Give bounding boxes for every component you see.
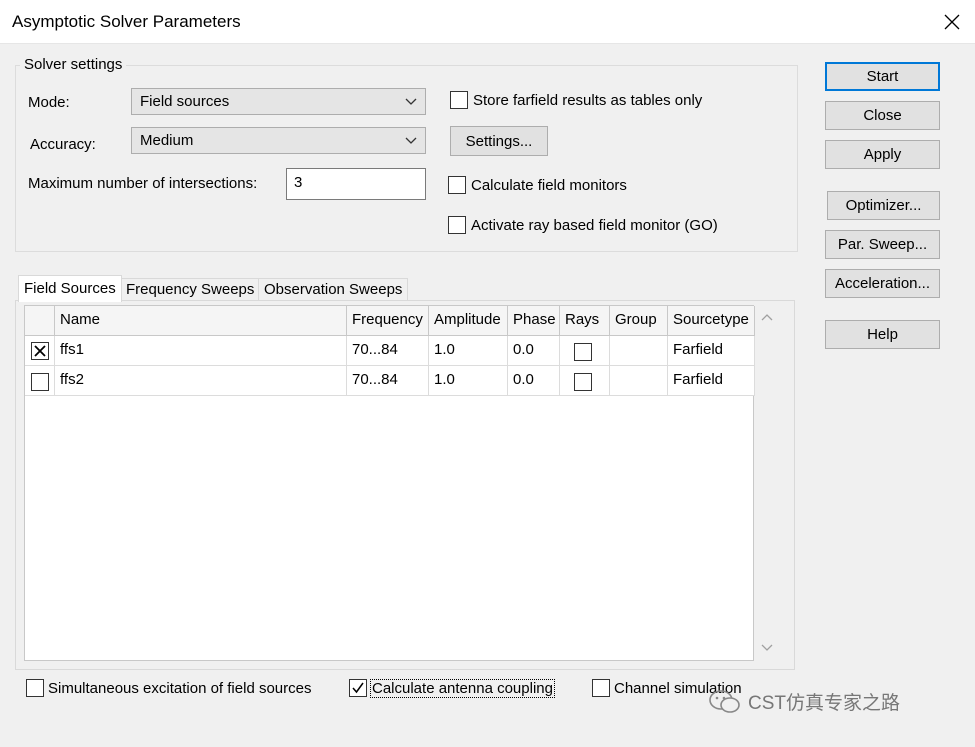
tab-frequency-sweeps[interactable]: Frequency Sweeps — [120, 278, 261, 301]
header-sourcetype[interactable]: Sourcetype — [668, 306, 755, 336]
close-button[interactable]: Close — [825, 101, 940, 130]
help-button[interactable]: Help — [825, 320, 940, 349]
close-window-button[interactable] — [929, 0, 975, 44]
max-intersections-label: Maximum number of intersections: — [28, 175, 258, 192]
header-phase[interactable]: Phase — [508, 306, 560, 336]
table-row-name[interactable]: ffs1 — [55, 336, 347, 366]
solver-settings-legend: Solver settings — [20, 56, 127, 73]
table-row-name[interactable]: ffs2 — [55, 366, 347, 396]
store-farfield-label: Store farfield results as tables only — [473, 92, 703, 109]
header-group[interactable]: Group — [610, 306, 668, 336]
table-row-sourcetype[interactable]: Farfield — [668, 336, 755, 366]
row-enable-checkbox[interactable] — [31, 342, 49, 360]
apply-button[interactable]: Apply — [825, 140, 940, 169]
simultaneous-excitation-checkbox[interactable] — [26, 679, 44, 697]
start-button[interactable]: Start — [825, 62, 940, 91]
simultaneous-excitation-label: Simultaneous excitation of field sources — [48, 680, 312, 697]
rays-checkbox[interactable] — [574, 373, 592, 391]
row-enable-checkbox[interactable] — [31, 373, 49, 391]
table-row-rays-cell[interactable] — [560, 366, 610, 396]
acceleration-button[interactable]: Acceleration... — [825, 269, 940, 298]
title-bar: Asymptotic Solver Parameters — [0, 0, 975, 44]
table-row-sourcetype[interactable]: Farfield — [668, 366, 755, 396]
header-checkbox-column — [25, 306, 55, 336]
table-scrollbar[interactable] — [756, 305, 778, 661]
field-sources-table: Name Frequency Amplitude Phase Rays Grou… — [24, 305, 755, 661]
accuracy-label: Accuracy: — [30, 136, 96, 153]
accuracy-value: Medium — [140, 132, 194, 149]
watermark-text: CST仿真专家之路 — [748, 693, 901, 714]
table-row-group[interactable] — [610, 336, 668, 366]
max-intersections-input[interactable]: 3 — [286, 168, 426, 200]
tab-field-sources[interactable]: Field Sources — [18, 275, 122, 302]
header-frequency[interactable]: Frequency — [347, 306, 429, 336]
chevron-down-icon — [405, 137, 417, 144]
table-row-group[interactable] — [610, 366, 668, 396]
header-name[interactable]: Name — [55, 306, 347, 336]
table-row-frequency[interactable]: 70...84 — [347, 336, 429, 366]
mode-label: Mode: — [28, 94, 70, 111]
calc-field-monitors-label: Calculate field monitors — [471, 177, 627, 194]
header-amplitude[interactable]: Amplitude — [429, 306, 508, 336]
chevron-down-icon — [405, 98, 417, 105]
settings-button[interactable]: Settings... — [450, 126, 548, 156]
antenna-coupling-checkbox[interactable] — [349, 679, 367, 697]
ray-monitor-checkbox[interactable] — [448, 216, 466, 234]
table-row-amplitude[interactable]: 1.0 — [429, 336, 508, 366]
store-farfield-checkbox[interactable] — [450, 91, 468, 109]
accuracy-select[interactable]: Medium — [131, 127, 426, 154]
optimizer-button[interactable]: Optimizer... — [827, 191, 940, 220]
table-row-rays-cell[interactable] — [560, 336, 610, 366]
rays-checkbox[interactable] — [574, 343, 592, 361]
channel-simulation-checkbox[interactable] — [592, 679, 610, 697]
mode-value: Field sources — [140, 93, 230, 110]
table-row-phase[interactable]: 0.0 — [508, 366, 560, 396]
antenna-coupling-label: Calculate antenna coupling — [370, 679, 555, 698]
wechat-icon — [709, 689, 740, 713]
table-row-amplitude[interactable]: 1.0 — [429, 366, 508, 396]
par-sweep-button[interactable]: Par. Sweep... — [825, 230, 940, 259]
window-title: Asymptotic Solver Parameters — [12, 12, 241, 31]
tab-observation-sweeps[interactable]: Observation Sweeps — [258, 278, 409, 301]
ray-monitor-label: Activate ray based field monitor (GO) — [471, 217, 718, 234]
table-row-frequency[interactable]: 70...84 — [347, 366, 429, 396]
table-row-enable-cell[interactable] — [25, 366, 55, 396]
table-row-enable-cell[interactable] — [25, 336, 55, 366]
x-check-icon — [34, 345, 46, 357]
table-row-phase[interactable]: 0.0 — [508, 336, 560, 366]
mode-select[interactable]: Field sources — [131, 88, 426, 115]
scroll-up-icon[interactable] — [761, 312, 773, 322]
header-rays[interactable]: Rays — [560, 306, 610, 336]
calc-field-monitors-checkbox[interactable] — [448, 176, 466, 194]
close-icon — [944, 14, 960, 30]
watermark: CST仿真专家之路 — [708, 688, 900, 715]
check-icon — [352, 682, 364, 694]
scroll-down-icon[interactable] — [761, 643, 773, 653]
